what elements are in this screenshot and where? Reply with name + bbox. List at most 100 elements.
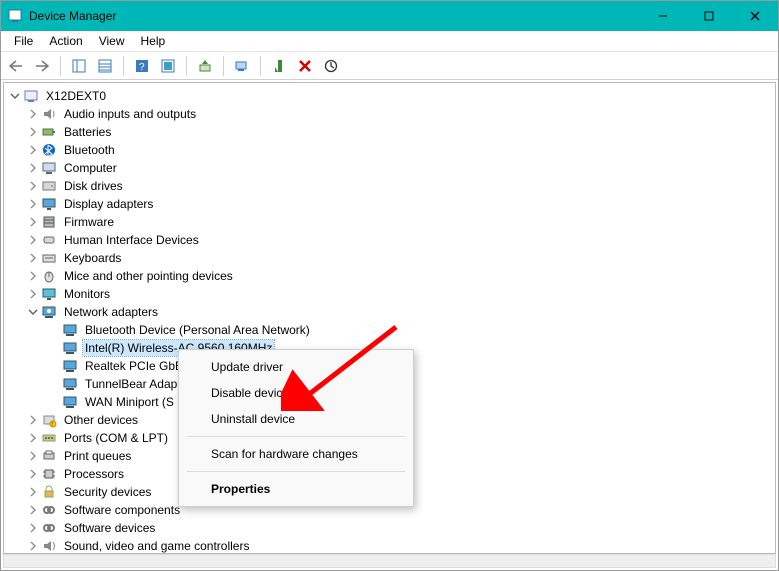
ctx-properties[interactable]: Properties <box>179 476 413 502</box>
tree-category[interactable]: Computer <box>4 159 775 177</box>
tree-category[interactable]: Network adapters <box>4 303 775 321</box>
other-icon: ! <box>41 412 57 428</box>
tree-category[interactable]: Bluetooth <box>4 141 775 159</box>
tree-category-label: Keyboards <box>62 250 123 266</box>
tree-category-label: Bluetooth <box>62 142 117 158</box>
expand-icon[interactable] <box>26 503 40 517</box>
network-adapter-icon <box>62 358 78 374</box>
audio-icon <box>41 106 57 122</box>
tree-category[interactable]: Batteries <box>4 123 775 141</box>
toolbar-separator <box>60 56 61 76</box>
tree-category[interactable]: Disk drives <box>4 177 775 195</box>
enable-device-button[interactable] <box>268 55 290 77</box>
tree-device[interactable]: Bluetooth Device (Personal Area Network) <box>4 321 775 339</box>
horizontal-scrollbar[interactable] <box>3 554 776 568</box>
tree-category-label: Processors <box>62 466 126 482</box>
tree-category[interactable]: Display adapters <box>4 195 775 213</box>
menu-file[interactable]: File <box>6 32 41 50</box>
network-adapter-icon <box>62 340 78 356</box>
expand-icon[interactable] <box>26 161 40 175</box>
back-button[interactable] <box>5 55 27 77</box>
swcomp-icon <box>41 502 57 518</box>
printer-icon <box>41 448 57 464</box>
ctx-disable-device[interactable]: Disable device <box>179 380 413 406</box>
action-button[interactable] <box>157 55 179 77</box>
update-driver-button[interactable] <box>194 55 216 77</box>
expand-icon[interactable] <box>26 413 40 427</box>
expand-icon[interactable] <box>26 539 40 553</box>
tree-category[interactable]: Monitors <box>4 285 775 303</box>
expand-icon[interactable] <box>26 449 40 463</box>
help-button[interactable]: ? <box>131 55 153 77</box>
disable-device-button[interactable] <box>320 55 342 77</box>
tree-category-label: Batteries <box>62 124 113 140</box>
maximize-button[interactable] <box>686 1 732 31</box>
network-adapter-icon <box>62 322 78 338</box>
toolbar-separator <box>186 56 187 76</box>
expand-icon[interactable] <box>26 467 40 481</box>
expand-icon[interactable] <box>26 179 40 193</box>
uninstall-device-button[interactable] <box>294 55 316 77</box>
expand-icon[interactable] <box>26 125 40 139</box>
sound-icon <box>41 538 57 554</box>
tree-category[interactable]: Software devices <box>4 519 775 537</box>
menu-view[interactable]: View <box>91 32 133 50</box>
tree-category-label: Firmware <box>62 214 116 230</box>
collapse-icon[interactable] <box>8 89 22 103</box>
tree-root[interactable]: X12DEXT0 <box>4 87 775 105</box>
mouse-icon <box>41 268 57 284</box>
tree-category[interactable]: Mice and other pointing devices <box>4 267 775 285</box>
expand-icon[interactable] <box>26 107 40 121</box>
expand-icon[interactable] <box>26 431 40 445</box>
toolbar-separator <box>260 56 261 76</box>
tree-category[interactable]: Sound, video and game controllers <box>4 537 775 554</box>
ctx-uninstall-device[interactable]: Uninstall device <box>179 406 413 432</box>
svg-text:?: ? <box>139 62 145 73</box>
tree-category-label: Disk drives <box>62 178 125 194</box>
tree-category-label: Software components <box>62 502 182 518</box>
properties-button[interactable] <box>94 55 116 77</box>
scan-hardware-button[interactable] <box>231 55 253 77</box>
menu-action[interactable]: Action <box>41 32 90 50</box>
bluetooth-icon <box>41 142 57 158</box>
expand-icon[interactable] <box>26 251 40 265</box>
swdev-icon <box>41 520 57 536</box>
ctx-scan-hardware[interactable]: Scan for hardware changes <box>179 441 413 467</box>
keyboard-icon <box>41 250 57 266</box>
tree-category[interactable]: Firmware <box>4 213 775 231</box>
computer-icon <box>41 160 57 176</box>
tree-category-label: Security devices <box>62 484 153 500</box>
expand-icon[interactable] <box>26 233 40 247</box>
svg-text:!: ! <box>52 422 53 428</box>
expand-icon[interactable] <box>26 485 40 499</box>
ctx-update-driver[interactable]: Update driver <box>179 354 413 380</box>
tree-category[interactable]: Human Interface Devices <box>4 231 775 249</box>
expand-icon[interactable] <box>26 143 40 157</box>
tree-category-label: Other devices <box>62 412 140 428</box>
tree-category-label: Monitors <box>62 286 112 302</box>
expand-icon[interactable] <box>26 215 40 229</box>
title-bar: Device Manager <box>1 1 778 31</box>
network-adapter-icon <box>62 394 78 410</box>
menu-help[interactable]: Help <box>133 32 174 50</box>
tree-category-label: Sound, video and game controllers <box>62 538 251 554</box>
tree-category-label: Print queues <box>62 448 133 464</box>
net-icon <box>41 304 57 320</box>
window-title: Device Manager <box>29 9 116 23</box>
expand-icon[interactable] <box>26 287 40 301</box>
tree-category-label: Display adapters <box>62 196 155 212</box>
show-hide-tree-button[interactable] <box>68 55 90 77</box>
security-icon <box>41 484 57 500</box>
expand-icon[interactable] <box>26 521 40 535</box>
close-button[interactable] <box>732 1 778 31</box>
minimize-button[interactable] <box>640 1 686 31</box>
toolbar-separator <box>223 56 224 76</box>
expand-icon[interactable] <box>26 197 40 211</box>
tree-device-label: Bluetooth Device (Personal Area Network) <box>83 322 312 338</box>
tree-category-label: Computer <box>62 160 119 176</box>
tree-category[interactable]: Keyboards <box>4 249 775 267</box>
expand-icon[interactable] <box>26 269 40 283</box>
collapse-icon[interactable] <box>26 305 40 319</box>
forward-button[interactable] <box>31 55 53 77</box>
tree-category[interactable]: Audio inputs and outputs <box>4 105 775 123</box>
